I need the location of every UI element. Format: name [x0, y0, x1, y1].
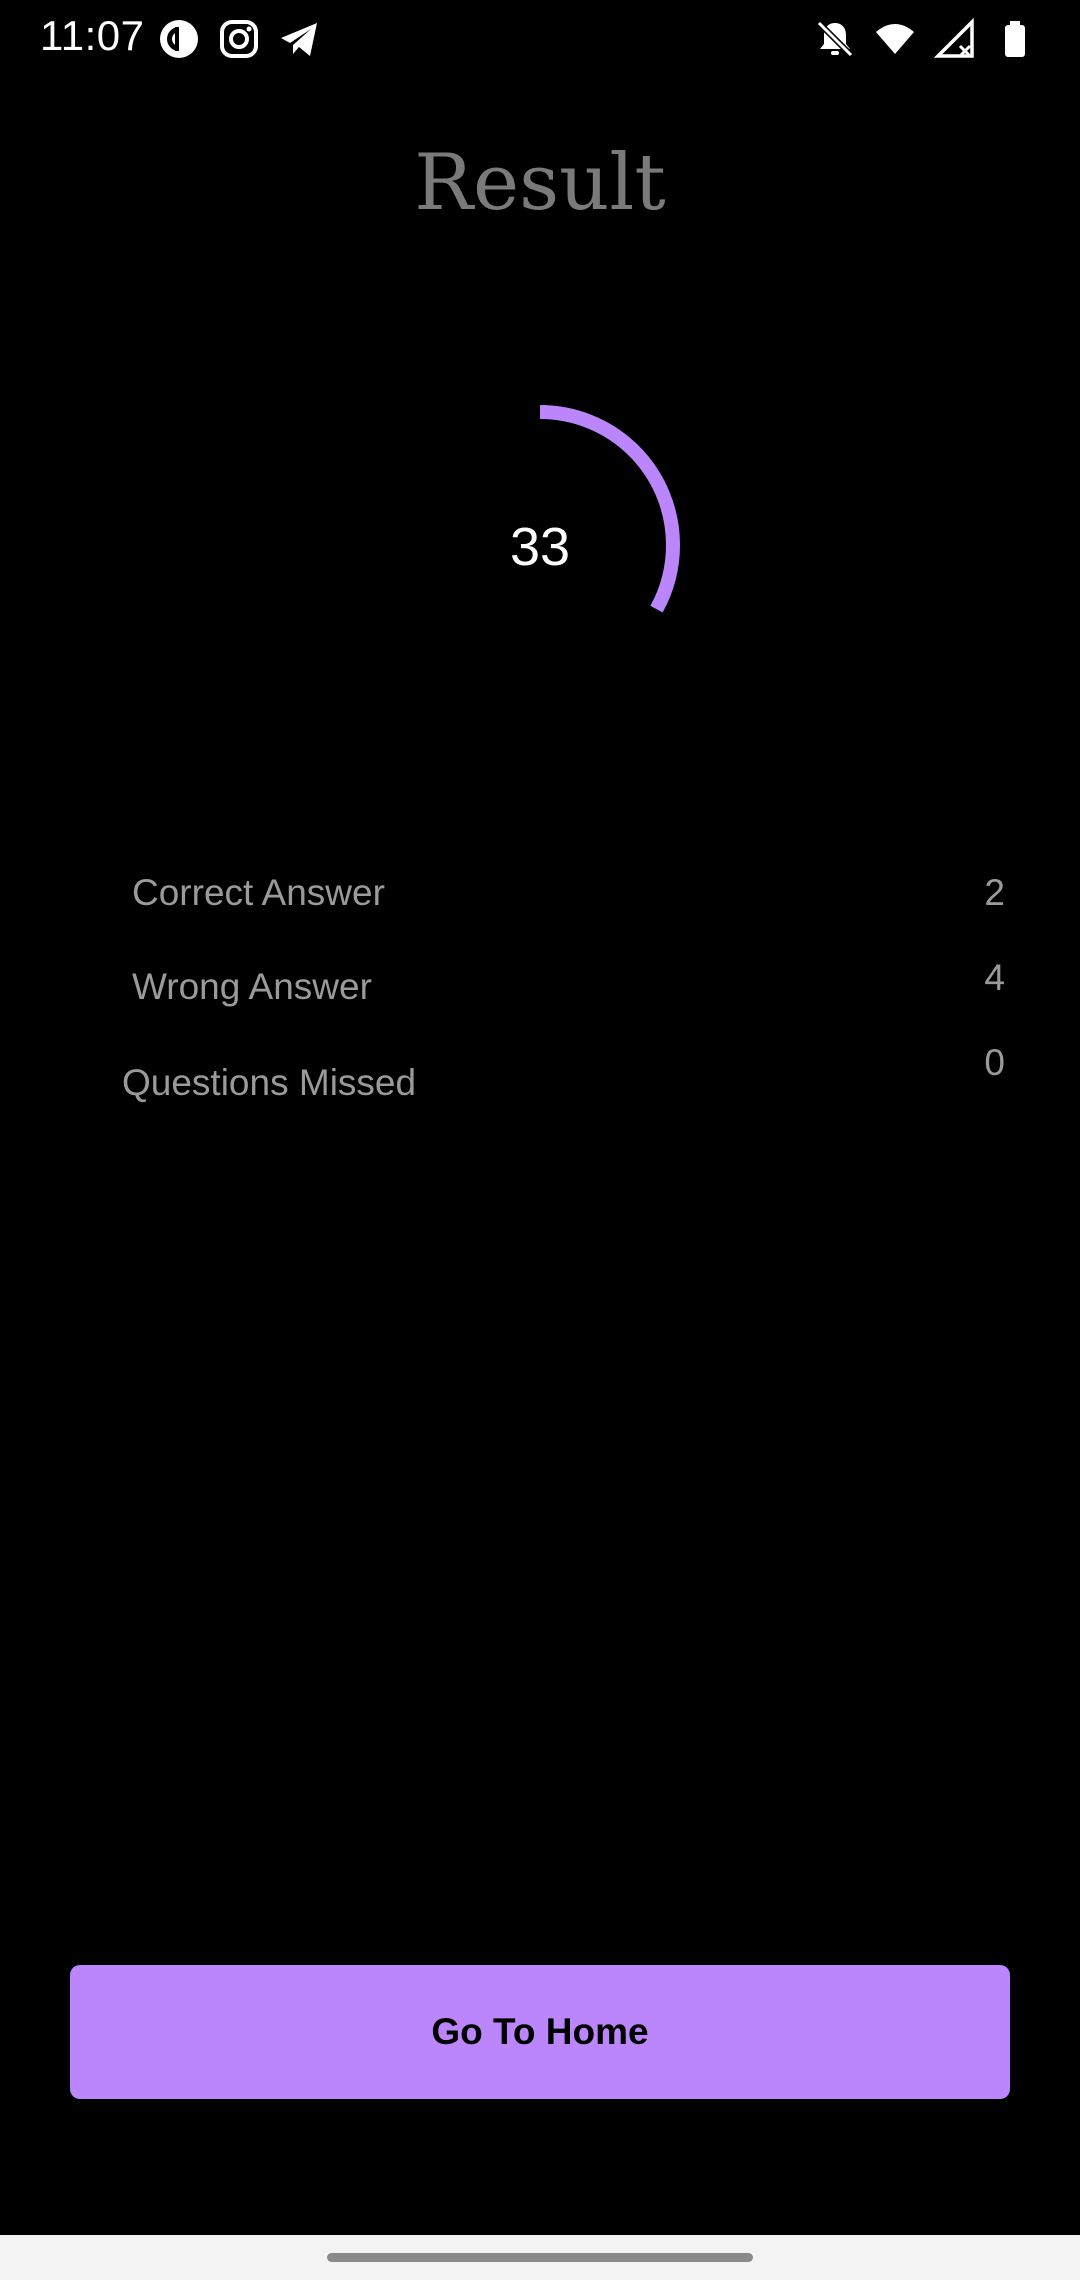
wifi-icon: [874, 18, 916, 60]
telegram-icon: [278, 18, 320, 60]
navigation-bar: [0, 2235, 1080, 2280]
status-bar: 11:07: [0, 0, 1080, 80]
battery-icon: [994, 18, 1036, 60]
questions-missed-label: Questions Missed: [122, 1062, 417, 1103]
system-icons: [814, 18, 1036, 60]
correct-answer-value: 2: [984, 872, 1005, 913]
questions-missed-value: 0: [984, 1042, 1005, 1083]
home-gesture-handle[interactable]: [327, 2253, 753, 2262]
wrong-answer-label: Wrong Answer: [132, 966, 372, 1007]
instagram-icon: [218, 18, 260, 60]
bell-off-icon: [814, 18, 856, 60]
score-value: 33: [509, 517, 571, 577]
notification-icons: [158, 18, 320, 60]
status-time: 11:07: [40, 12, 145, 59]
wrong-answer-value: 4: [984, 957, 1005, 998]
go-to-home-button[interactable]: Go To Home: [70, 1965, 1010, 2099]
page-title: Result: [414, 138, 666, 228]
pocket-casts-icon: [158, 18, 200, 60]
score-progress-ring: 33: [398, 403, 682, 687]
correct-answer-label: Correct Answer: [132, 872, 385, 913]
signal-icon: [934, 18, 976, 60]
